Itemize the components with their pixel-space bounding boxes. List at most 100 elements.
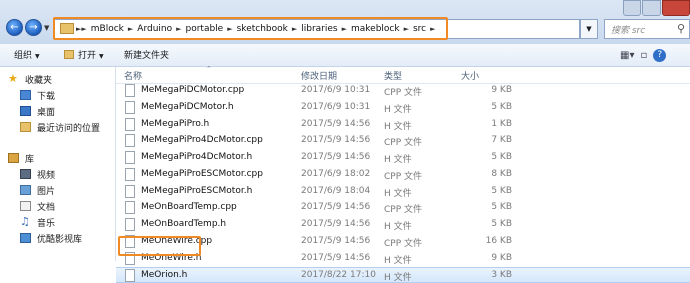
file-date: 2017/6/9 10:31 <box>301 101 371 112</box>
file-row[interactable]: MeOnBoardTemp.cpp 2017/5/9 14:56 CPP 文件 5 K… <box>116 200 690 216</box>
file-type: H 文件 <box>384 273 412 283</box>
window-controls <box>622 0 690 16</box>
file-name: MeMegaPiDCMotor.h <box>141 101 234 112</box>
search-icon[interactable]: ⚲ <box>677 22 685 35</box>
address-highlight-box <box>53 17 448 40</box>
file-type: H 文件 <box>384 188 412 199</box>
file-icon <box>125 167 135 181</box>
nav-documents-label: 文档 <box>37 202 56 213</box>
nav-downloads[interactable]: 下载 <box>20 88 55 102</box>
file-size: 1 KB <box>491 118 512 129</box>
file-size: 7 KB <box>491 135 512 146</box>
search-input[interactable]: 搜索 src ⚲ <box>604 19 690 39</box>
downloads-folder-icon <box>20 90 31 100</box>
file-date: 2017/5/9 14:56 <box>301 219 371 229</box>
nav-youku-label: 优酷影视库 <box>37 234 83 245</box>
file-name: MeMegaPiPro4DcMotor.h <box>141 152 253 162</box>
file-row[interactable]: MeMegaPiProESCMotor.cpp 2017/6/9 18:02 CPP… <box>116 167 690 183</box>
column-size[interactable]: 大小 <box>461 69 479 82</box>
forward-button[interactable]: → <box>25 19 42 36</box>
search-placeholder: 搜索 src <box>611 26 646 36</box>
file-icon <box>125 134 135 148</box>
nav-music-label: 音乐 <box>37 218 56 229</box>
nav-libraries-label: 库 <box>25 154 35 165</box>
recent-pages-dropdown[interactable]: ▼ <box>44 25 50 32</box>
column-date[interactable]: 修改日期 <box>301 69 337 82</box>
address-bar-empty[interactable] <box>448 19 580 39</box>
file-size: 5 KB <box>491 202 512 213</box>
file-size: 5 KB <box>491 101 512 112</box>
file-size: 5 KB <box>491 185 512 196</box>
help-icon[interactable]: ? <box>653 48 667 62</box>
nav-pictures[interactable]: 图片 <box>20 183 55 197</box>
file-date: 2017/6/9 18:02 <box>301 168 371 179</box>
file-date: 2017/5/9 14:56 <box>301 135 371 146</box>
nav-documents[interactable]: 文档 <box>20 199 55 213</box>
documents-icon <box>20 201 31 211</box>
sort-ascending-icon: ⌃ <box>206 65 212 73</box>
pictures-icon <box>20 185 31 195</box>
nav-desktop[interactable]: 桌面 <box>20 104 55 118</box>
nav-recent[interactable]: 最近访问的位置 <box>20 120 100 134</box>
nav-favorites[interactable]: ★ 收藏夹 <box>8 72 52 86</box>
column-name[interactable]: 名称 <box>124 69 142 82</box>
file-date: 2017/5/9 14:56 <box>301 152 371 162</box>
new-folder-button[interactable]: 新建文件夹 <box>124 48 169 61</box>
file-date: 2017/5/9 14:56 <box>301 202 371 213</box>
file-row[interactable]: MeMegaPiPro4DcMotor.cpp 2017/5/9 14:56 CPP… <box>116 133 690 149</box>
maximize-button[interactable] <box>642 0 661 16</box>
explorer-window: ← → ▼ ▼ ►► mBlock ► Arduino ► portable ►… <box>0 0 690 283</box>
nav-libraries[interactable]: 库 <box>8 151 34 165</box>
file-type: H 文件 <box>384 121 412 132</box>
file-name: MeOnBoardTemp.cpp <box>141 202 237 213</box>
file-icon <box>125 100 135 114</box>
organize-label: 组织 <box>14 51 33 61</box>
file-list: 名称 ⌃ 修改日期 类型 大小 MeMegaPiDCMotor.cpp 2017/… <box>116 65 690 283</box>
file-icon <box>125 201 135 215</box>
back-button[interactable]: ← <box>6 19 23 36</box>
file-row[interactable]: MeMegaPiDCMotor.h 2017/6/9 10:31 H 文件 5 KB <box>116 100 690 116</box>
recent-places-icon <box>20 122 31 132</box>
file-type: H 文件 <box>384 104 412 115</box>
file-size: 5 KB <box>491 219 512 229</box>
nav-videos[interactable]: 视频 <box>20 167 55 181</box>
arrow-right-icon: → <box>29 22 38 33</box>
selected-file-highlight-box <box>118 236 201 256</box>
partially-visible-row <box>116 256 690 261</box>
file-row[interactable]: MeMegaPiPro.h 2017/5/9 14:56 H 文件 1 KB <box>116 117 690 133</box>
nav-music[interactable]: ♫ 音乐 <box>20 215 55 229</box>
column-header-row: 名称 ⌃ 修改日期 类型 大小 <box>116 65 690 84</box>
file-row[interactable]: MeMegaPiProESCMotor.h 2017/6/9 18:04 H 文件 5… <box>116 184 690 200</box>
file-row[interactable]: MeMegaPiPro4DcMotor.h 2017/5/9 14:56 H 文件 5… <box>116 150 690 166</box>
file-name: MeOrion.h <box>141 270 188 281</box>
music-icon: ♫ <box>20 215 30 228</box>
file-icon <box>125 84 135 97</box>
preview-pane-icon[interactable]: ▫ <box>640 50 647 61</box>
new-folder-label: 新建文件夹 <box>124 51 170 61</box>
address-dropdown-button[interactable]: ▼ <box>580 19 598 39</box>
file-row[interactable]: MeOrion.h 2017/8/22 17:10 H 文件 3 KB <box>116 267 690 283</box>
address-row: ← → ▼ ▼ ►► mBlock ► Arduino ► portable ►… <box>0 0 690 44</box>
file-name: MeMegaPiPro4DcMotor.cpp <box>141 135 263 146</box>
nav-videos-label: 视频 <box>37 170 56 181</box>
minimize-button[interactable] <box>623 0 642 16</box>
file-type: H 文件 <box>384 222 412 232</box>
youku-library-icon <box>20 233 31 243</box>
open-menu[interactable]: 打开 ▼ <box>64 48 104 61</box>
close-button[interactable] <box>661 0 690 16</box>
file-row[interactable]: MeOneWire.cpp 2017/5/9 14:56 CPP 文件 16 KB <box>116 234 690 250</box>
file-row[interactable]: MeMegaPiDCMotor.cpp 2017/6/9 10:31 CPP 文件 9… <box>116 83 690 99</box>
view-options-icon[interactable]: ▦▾ <box>620 50 634 61</box>
arrow-left-icon: ← <box>10 22 19 33</box>
file-date: 2017/8/22 17:10 <box>301 270 376 281</box>
organize-menu[interactable]: 组织 ▼ <box>14 48 40 61</box>
file-size: 5 KB <box>491 152 512 162</box>
column-type[interactable]: 类型 <box>384 69 402 82</box>
file-size: 8 KB <box>491 168 512 179</box>
nav-youku[interactable]: 优酷影视库 <box>20 231 82 245</box>
file-row[interactable]: MeOnBoardTemp.h 2017/5/9 14:56 H 文件 5 KB <box>116 217 690 233</box>
file-icon <box>125 218 135 231</box>
view-controls: ▦▾ ▫ ? <box>620 47 667 63</box>
navigation-pane: ★ 收藏夹 下载 桌面 最近访问的位置 库 视频 图片 文档 ♫ 音乐 优酷影视库 <box>0 67 116 261</box>
file-name: MeMegaPiProESCMotor.h <box>141 185 253 196</box>
